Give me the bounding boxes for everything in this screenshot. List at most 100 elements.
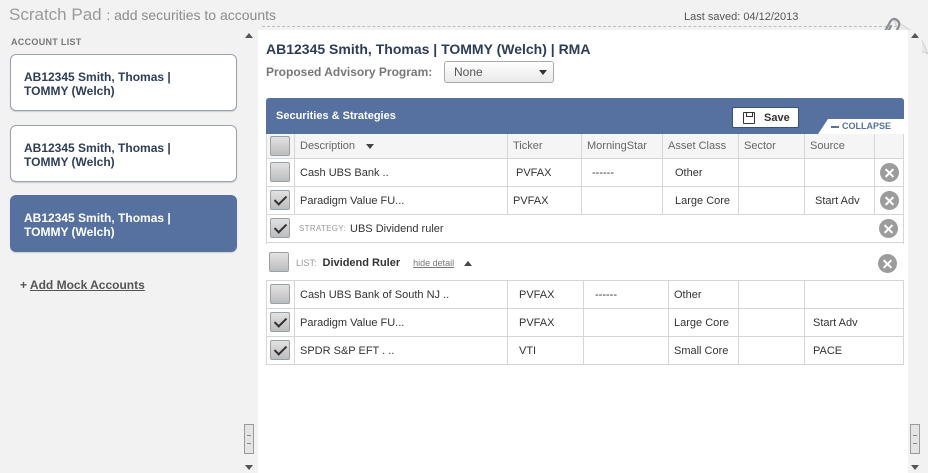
scroll-down-icon[interactable] xyxy=(245,465,253,470)
column-header-sector[interactable]: Sector xyxy=(738,134,804,158)
save-label: Save xyxy=(764,112,790,124)
row-select-cell xyxy=(267,159,294,186)
save-button[interactable]: Save xyxy=(732,107,799,128)
collapse-label: COLLAPSE xyxy=(842,121,892,131)
account-card-line2: TOMMY (Welch) xyxy=(24,155,115,169)
remove-row-icon[interactable] xyxy=(880,163,899,182)
account-card-line1: AB12345 Smith, Thomas | xyxy=(24,70,171,84)
last-saved-text: Last saved: 04/12/2013 xyxy=(684,11,799,23)
cell-asset-class: Large Core xyxy=(668,309,738,336)
row-select-cell xyxy=(267,281,294,308)
cell-morningstar xyxy=(583,309,668,336)
strategy-checkbox-checked[interactable] xyxy=(270,218,290,238)
cell-morningstar xyxy=(583,337,668,364)
column-label: MorningStar xyxy=(587,140,647,152)
sort-down-icon[interactable] xyxy=(366,143,375,149)
app-subtitle: : add securities to accounts xyxy=(106,7,276,23)
strategy-name: UBS Dividend ruler xyxy=(350,222,444,235)
scroll-up-icon[interactable] xyxy=(245,33,253,38)
column-header-ticker[interactable]: Ticker xyxy=(507,134,581,158)
account-card-line1: AB12345 Smith, Thomas | xyxy=(24,141,171,155)
row-checkbox-checked[interactable] xyxy=(270,340,290,360)
cell-source: PACE xyxy=(804,337,903,364)
list-name: Dividend Ruler xyxy=(322,257,401,269)
cell-ticker: VTI xyxy=(507,337,583,364)
floppy-disk-icon xyxy=(743,112,755,124)
collapse-button[interactable]: COLLAPSE xyxy=(818,119,904,134)
remove-list-icon[interactable] xyxy=(878,254,897,273)
account-card[interactable]: AB12345 Smith, Thomas | TOMMY (Welch) xyxy=(10,54,237,111)
cell-description: Cash UBS Bank of South NJ .. xyxy=(294,281,507,308)
securities-section-header: Securities & Strategies Save COLLAPSE xyxy=(266,98,904,134)
scroll-down-icon[interactable] xyxy=(911,465,919,470)
row-select-cell xyxy=(267,309,294,336)
column-label: Description xyxy=(300,140,356,152)
plus-icon: + xyxy=(20,278,28,292)
app-title: Scratch Pad : add securities to accounts xyxy=(9,5,276,25)
program-select[interactable]: None xyxy=(444,61,554,83)
column-label: Ticker xyxy=(513,140,543,152)
program-label: Proposed Advisory Program: xyxy=(266,65,433,79)
chevron-up-icon[interactable] xyxy=(464,260,473,266)
strategy-cell: STRATEGY: UBS Dividend ruler xyxy=(294,215,874,242)
add-mock-accounts-label: Add Mock Accounts xyxy=(29,278,145,292)
column-header-morningstar[interactable]: MorningStar xyxy=(581,134,662,158)
row-action-cell xyxy=(874,159,903,186)
strategy-label: STRATEGY: xyxy=(299,224,347,233)
table-row: Paradigm Value FU... PVFAX Large Core St… xyxy=(267,309,903,337)
table-row: Cash UBS Bank .. PVFAX ------ Other xyxy=(267,159,903,187)
row-checkbox-checked[interactable] xyxy=(270,312,290,332)
cell-asset-class: Small Core xyxy=(668,337,738,364)
row-select-cell xyxy=(267,215,294,242)
list-grid: Cash UBS Bank of South NJ .. PVFAX -----… xyxy=(266,280,904,365)
cell-ticker: PVFAX xyxy=(507,159,581,186)
securities-grid: Description Ticker MorningStar Asset Cla… xyxy=(266,134,904,244)
column-label: Sector xyxy=(744,140,776,152)
cell-source: Start Adv xyxy=(804,309,903,336)
row-select-cell xyxy=(267,337,294,364)
column-header-source[interactable]: Source xyxy=(804,134,874,158)
header-action-cell xyxy=(874,134,903,158)
row-action-cell xyxy=(874,187,903,214)
main-scrollbar[interactable] xyxy=(908,30,922,473)
app-title-text: Scratch Pad xyxy=(9,5,102,24)
cell-sector xyxy=(738,281,804,308)
account-card-selected[interactable]: AB12345 Smith, Thomas | TOMMY (Welch) xyxy=(10,195,237,252)
column-header-asset-class[interactable]: Asset Class xyxy=(662,134,738,158)
row-checkbox[interactable] xyxy=(270,284,290,304)
add-mock-accounts-link[interactable]: + Add Mock Accounts xyxy=(20,278,145,292)
left-scrollbar[interactable] xyxy=(242,30,256,473)
account-card-line2: TOMMY (Welch) xyxy=(24,84,115,98)
cell-morningstar: ------ xyxy=(583,281,668,308)
grid-header-row: Description Ticker MorningStar Asset Cla… xyxy=(267,134,903,159)
scroll-thumb[interactable] xyxy=(244,424,254,454)
cell-asset-class: Other xyxy=(668,281,738,308)
remove-strategy-icon[interactable] xyxy=(879,219,898,238)
program-select-value: None xyxy=(454,65,483,79)
cell-asset-class: Other xyxy=(662,159,738,186)
cell-ticker: PVFAX xyxy=(507,187,581,214)
account-title: AB12345 Smith, Thomas | TOMMY (Welch) | … xyxy=(266,41,591,57)
scroll-up-icon[interactable] xyxy=(911,33,919,38)
cell-description: Paradigm Value FU... xyxy=(294,187,507,214)
row-checkbox-checked[interactable] xyxy=(270,190,290,210)
column-header-description[interactable]: Description xyxy=(294,134,507,158)
row-action-cell xyxy=(874,215,903,242)
hide-detail-link[interactable]: hide detail xyxy=(413,258,454,268)
scroll-thumb[interactable] xyxy=(910,424,920,454)
list-label: LIST: xyxy=(296,258,317,268)
cell-description: Cash UBS Bank .. xyxy=(294,159,507,186)
list-checkbox[interactable] xyxy=(269,252,289,272)
remove-row-icon[interactable] xyxy=(880,191,899,210)
account-card-line1: AB12345 Smith, Thomas | xyxy=(24,211,171,225)
table-row: Cash UBS Bank of South NJ .. PVFAX -----… xyxy=(267,281,903,309)
column-label: Asset Class xyxy=(668,140,727,152)
column-label: Source xyxy=(810,140,845,152)
cell-asset-class: Large Core xyxy=(662,187,738,214)
cell-sector xyxy=(738,337,804,364)
header-divider xyxy=(262,26,902,27)
select-all-checkbox[interactable] xyxy=(270,136,290,156)
cell-ticker: PVFAX xyxy=(507,309,583,336)
row-checkbox[interactable] xyxy=(270,162,290,182)
account-card[interactable]: AB12345 Smith, Thomas | TOMMY (Welch) xyxy=(10,125,237,182)
